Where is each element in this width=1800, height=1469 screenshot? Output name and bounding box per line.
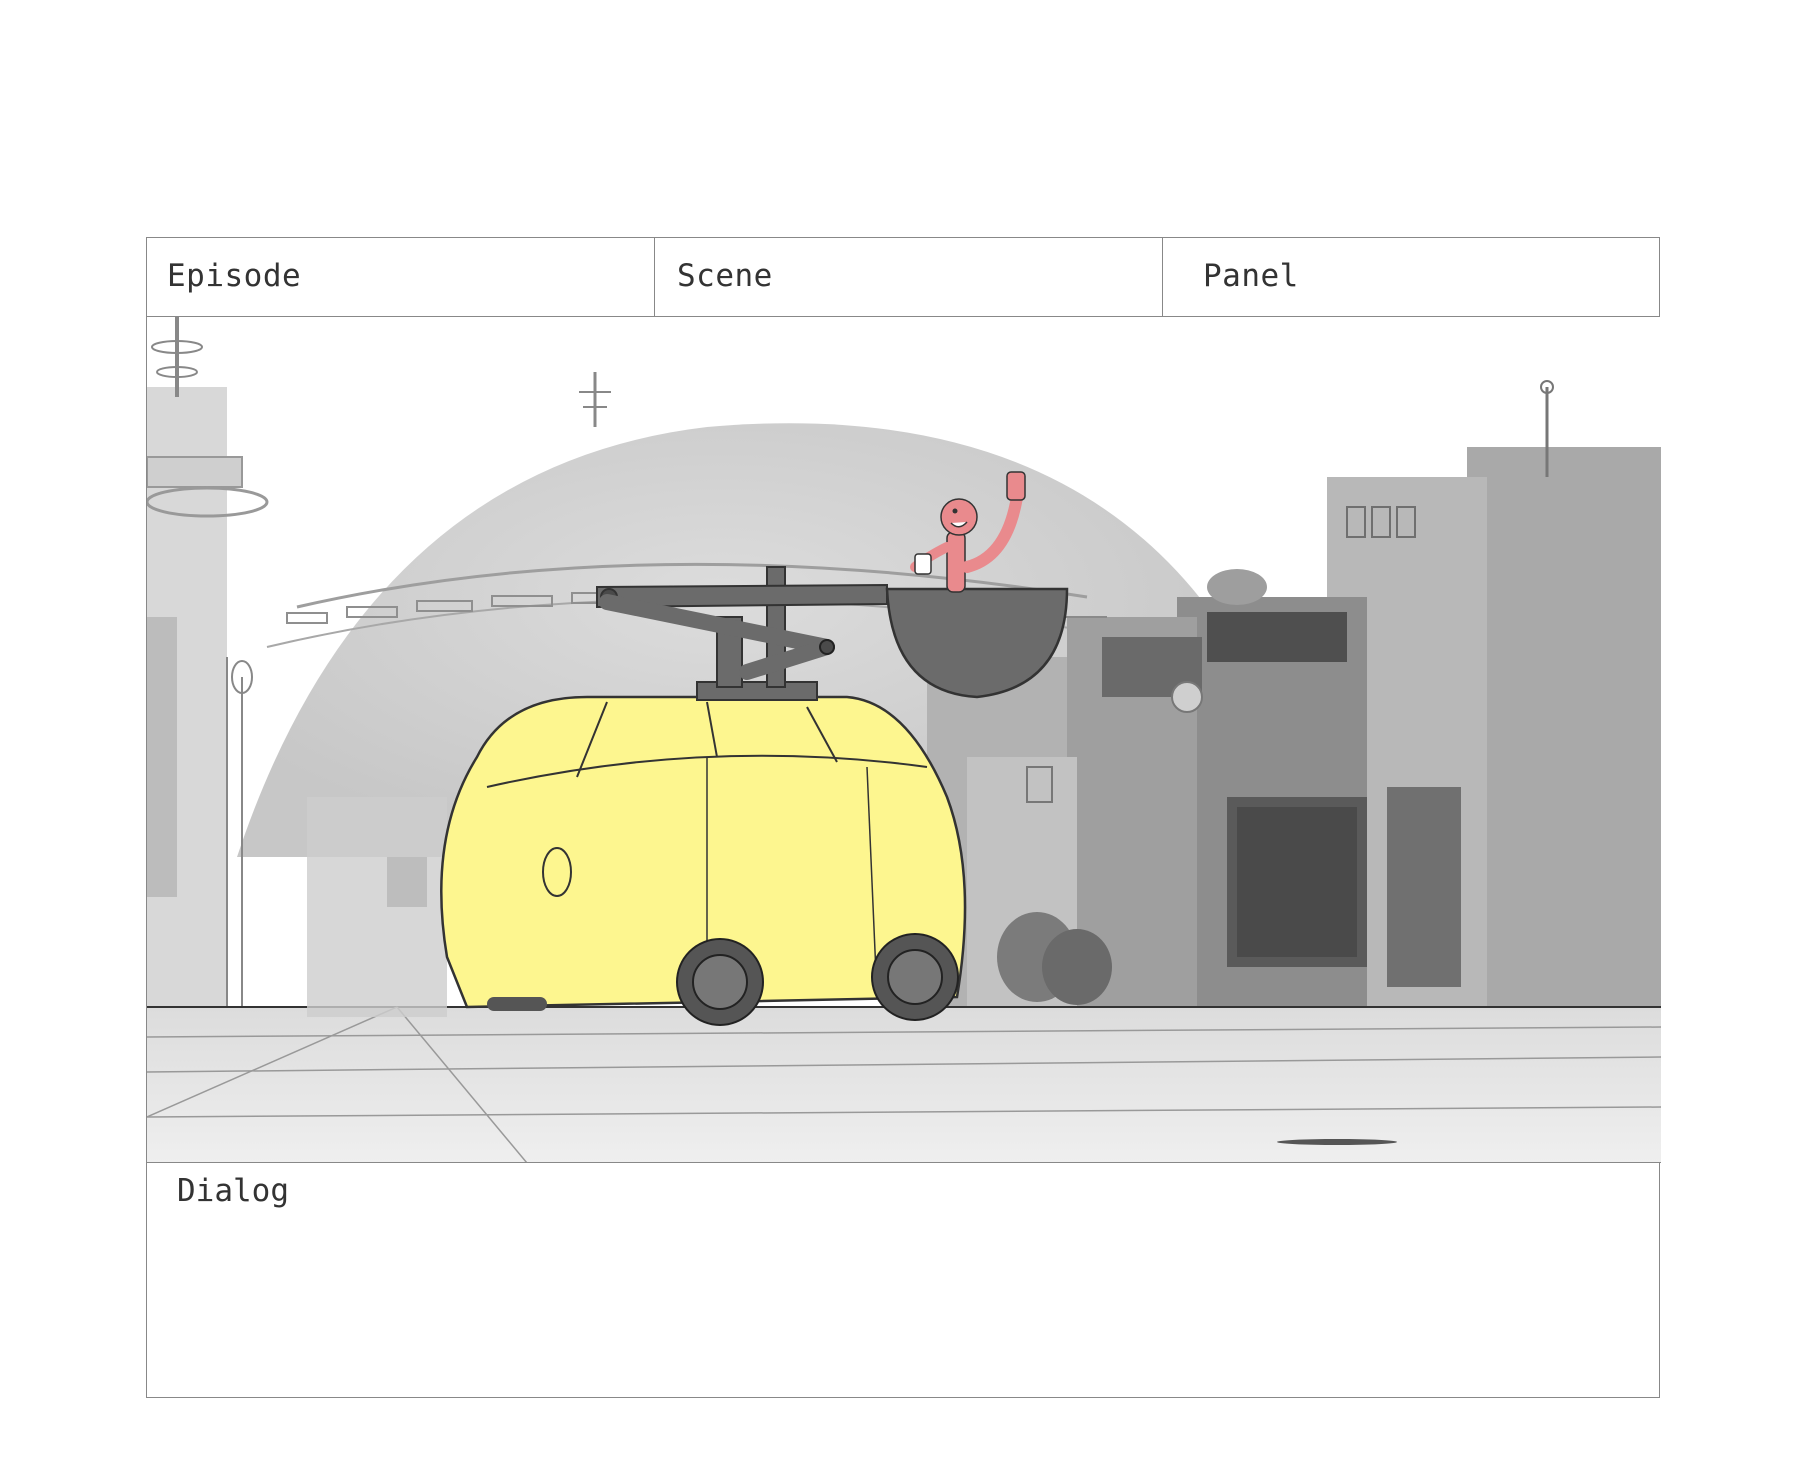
far-structures bbox=[307, 797, 447, 1017]
episode-label: Episode bbox=[167, 258, 302, 294]
storyboard-header: Episode Scene Panel bbox=[147, 238, 1659, 317]
panel-label: Panel bbox=[1203, 258, 1299, 294]
episode-cell[interactable]: Episode bbox=[147, 238, 655, 317]
yellow-van bbox=[440, 695, 967, 1026]
street-ground bbox=[147, 1006, 1661, 1162]
scene-cell[interactable]: Scene bbox=[655, 238, 1163, 317]
panel-cell[interactable]: Panel bbox=[1163, 238, 1661, 317]
storyboard-panel-drawing bbox=[147, 317, 1661, 1163]
dialog-section[interactable]: Dialog bbox=[147, 1163, 1661, 1399]
panel-illustration bbox=[147, 317, 1661, 1162]
dialog-label: Dialog bbox=[177, 1173, 289, 1209]
storyboard-sheet: Episode Scene Panel Dialog bbox=[146, 237, 1661, 1399]
scene-label: Scene bbox=[677, 258, 773, 294]
